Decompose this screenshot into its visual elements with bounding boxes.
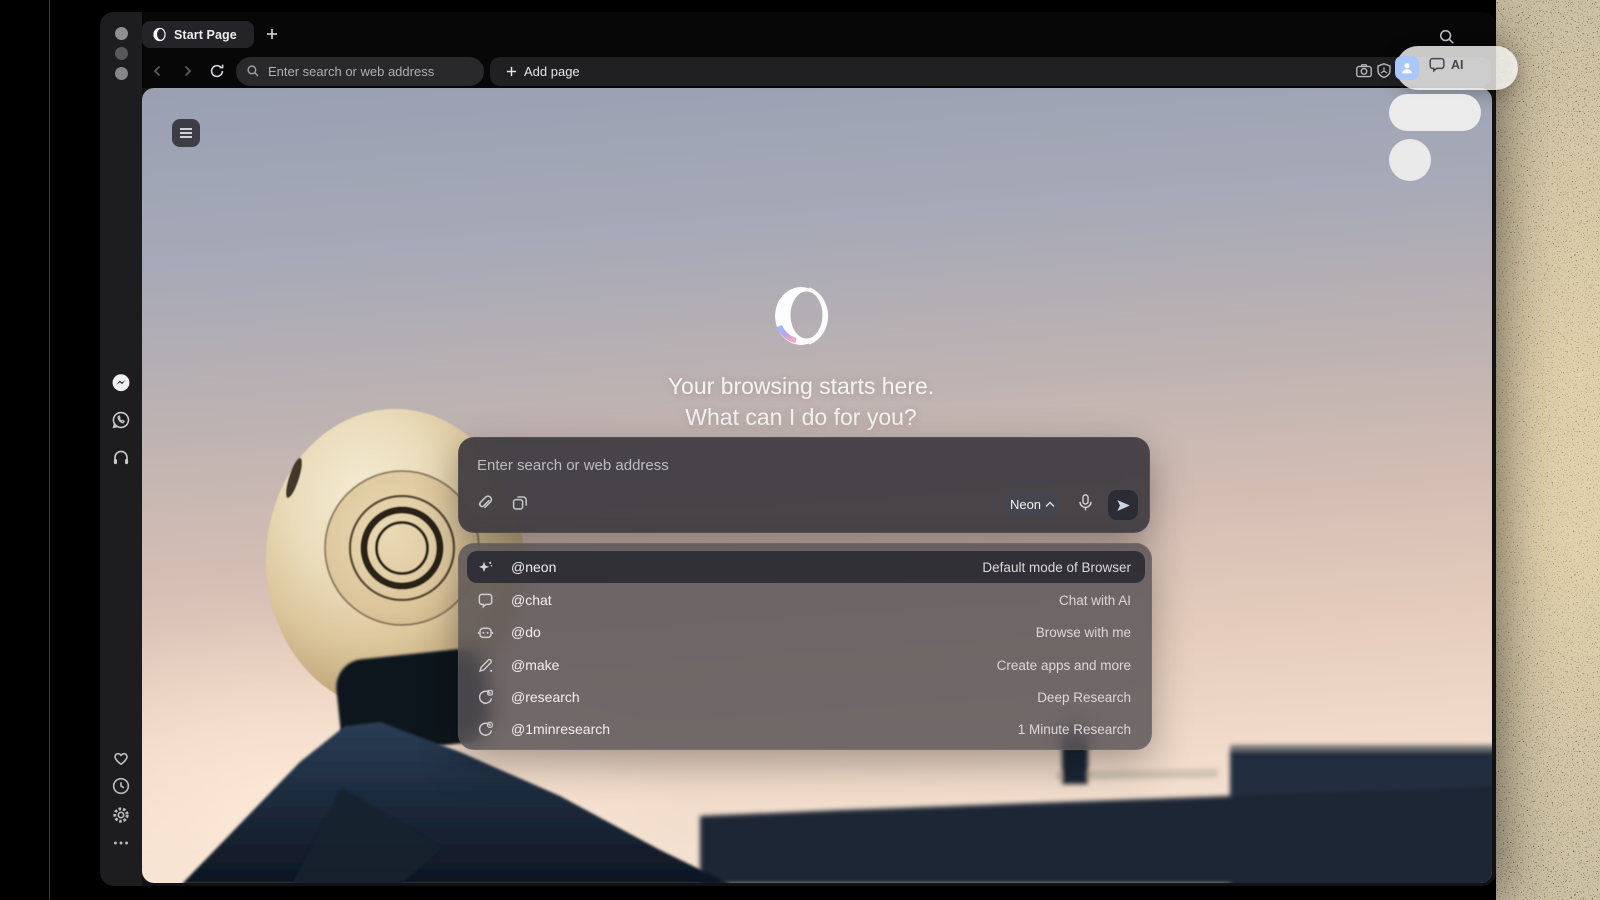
ai-chat-bubble-icon — [1428, 57, 1446, 73]
address-bar[interactable] — [236, 57, 484, 86]
tabs-icon[interactable] — [511, 494, 531, 514]
headline-line-1: Your browsing starts here. — [401, 371, 1201, 402]
headline-line-2: What can I do for you? — [401, 402, 1201, 433]
history-clock-icon[interactable] — [109, 774, 133, 798]
command-row-do[interactable]: @do Browse with me — [467, 616, 1145, 648]
sidebar-rail — [100, 12, 142, 886]
address-input[interactable] — [266, 63, 456, 80]
sparkle-icon — [475, 557, 495, 577]
forward-button[interactable] — [176, 60, 198, 82]
chat-bubble-icon — [475, 590, 495, 610]
headphones-icon[interactable] — [109, 445, 133, 469]
desktop-background: Start Page — [0, 0, 1600, 900]
send-plane-icon — [1116, 498, 1131, 513]
mode-selector-neon[interactable]: Neon — [1004, 492, 1061, 517]
command-row-neon[interactable]: @neon Default mode of Browser — [467, 551, 1145, 583]
back-button[interactable] — [147, 60, 169, 82]
tab-title: Start Page — [174, 28, 237, 42]
mode-label: Neon — [1010, 497, 1041, 512]
start-headline: Your browsing starts here. What can I do… — [401, 371, 1201, 433]
ai-label: AI — [1451, 58, 1464, 72]
window-control-dot-1[interactable] — [115, 27, 128, 40]
ask-input[interactable] — [475, 452, 1035, 478]
tab-strip: Start Page — [142, 12, 1496, 56]
page-strip: Add page — [490, 57, 1491, 86]
add-page-button[interactable]: Add page — [498, 57, 588, 86]
pen-icon — [475, 655, 495, 675]
profile-person-icon[interactable] — [1395, 56, 1419, 80]
robot-icon — [475, 622, 495, 642]
desktop-divider-line — [49, 0, 50, 900]
settings-gear-icon[interactable] — [109, 803, 133, 827]
glitter-wallpaper — [1496, 0, 1600, 900]
command-row-chat[interactable]: @chat Chat with AI — [467, 584, 1145, 616]
opera-neon-logo — [769, 284, 833, 348]
search-icon[interactable] — [1438, 28, 1456, 46]
microphone-icon[interactable] — [1076, 493, 1096, 513]
ask-panel: Neon — [458, 437, 1150, 533]
reload-icon[interactable] — [206, 60, 228, 82]
shield-icon[interactable] — [1375, 62, 1393, 80]
new-tab-button[interactable] — [262, 24, 282, 44]
glitter-texture — [1496, 0, 1600, 900]
navigation-toolbar: Add page — [142, 56, 1496, 88]
command-row-1minresearch[interactable]: @1minresearch 1 Minute Research — [467, 713, 1145, 745]
window-control-dot-3[interactable] — [115, 67, 128, 80]
overlay-highlight-pill: AI — [1396, 46, 1518, 90]
command-row-research[interactable]: @research Deep Research — [467, 681, 1145, 713]
overlay-tooltip-circle — [1389, 139, 1431, 181]
more-ellipsis-icon[interactable] — [109, 831, 133, 855]
ai-chat-button[interactable]: AI — [1428, 57, 1464, 73]
heart-icon[interactable] — [109, 746, 133, 770]
timed-research-icon — [475, 719, 495, 739]
command-row-make[interactable]: @make Create apps and more — [467, 649, 1145, 681]
attachment-paperclip-icon[interactable] — [475, 494, 495, 514]
plus-icon — [266, 28, 278, 40]
browser-window: Start Page — [100, 12, 1496, 886]
window-control-dot-2[interactable] — [115, 47, 128, 60]
whatsapp-icon[interactable] — [109, 408, 133, 432]
search-icon — [246, 64, 260, 78]
overlay-tooltip-pill — [1389, 94, 1481, 131]
opera-logo-icon — [152, 27, 167, 42]
hamburger-icon — [179, 127, 193, 139]
hamburger-menu-button[interactable] — [172, 119, 200, 147]
start-page-content: Your browsing starts here. What can I do… — [142, 88, 1492, 883]
research-icon — [475, 687, 495, 707]
messenger-icon[interactable] — [109, 371, 133, 395]
tab-start-page[interactable]: Start Page — [142, 21, 254, 48]
send-button[interactable] — [1108, 490, 1138, 520]
camera-icon[interactable] — [1355, 62, 1373, 80]
rooftop-silhouettes — [700, 728, 1492, 883]
plus-icon — [506, 66, 517, 77]
chevron-up-icon — [1045, 501, 1055, 508]
add-page-label: Add page — [524, 64, 580, 79]
command-suggestions-panel: @neon Default mode of Browser @chat Chat… — [458, 543, 1152, 750]
